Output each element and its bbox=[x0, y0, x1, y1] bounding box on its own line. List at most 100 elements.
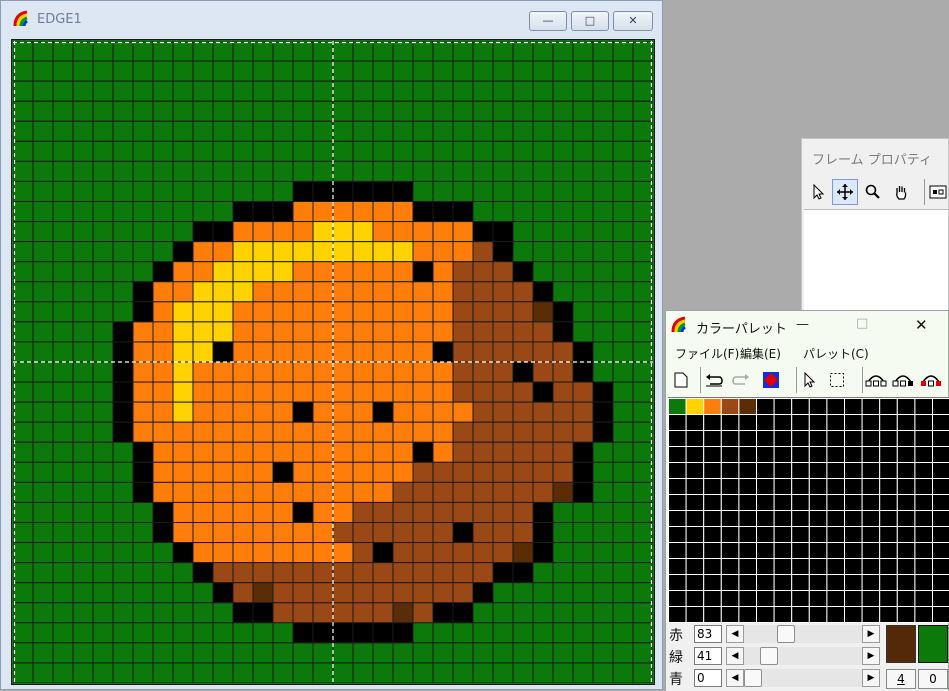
pixel-cell[interactable] bbox=[393, 202, 413, 222]
pixel-cell[interactable] bbox=[593, 523, 613, 543]
pixel-cell[interactable] bbox=[273, 402, 293, 422]
pixel-cell[interactable] bbox=[393, 181, 413, 201]
pixel-cell[interactable] bbox=[313, 563, 333, 583]
pixel-cell[interactable] bbox=[113, 141, 133, 161]
pixel-cell[interactable] bbox=[273, 81, 293, 101]
palette-swatch[interactable] bbox=[739, 527, 757, 543]
pixel-cell[interactable] bbox=[633, 262, 653, 282]
pixel-cell[interactable] bbox=[613, 322, 633, 342]
pixel-cell[interactable] bbox=[613, 282, 633, 302]
palette-swatch[interactable] bbox=[739, 559, 757, 575]
pixel-cell[interactable] bbox=[193, 442, 213, 462]
pixel-cell[interactable] bbox=[213, 623, 233, 643]
pixel-cell[interactable] bbox=[133, 121, 153, 141]
pixel-cell[interactable] bbox=[413, 462, 433, 482]
pixel-cell[interactable] bbox=[453, 603, 473, 623]
pixel-cell[interactable] bbox=[93, 41, 113, 61]
palette-swatch[interactable] bbox=[774, 399, 792, 415]
pixel-cell[interactable] bbox=[573, 322, 593, 342]
palette-swatch[interactable] bbox=[757, 543, 775, 559]
pixel-cell[interactable] bbox=[13, 422, 33, 442]
palette-swatch[interactable] bbox=[897, 607, 915, 623]
pixel-cell[interactable] bbox=[413, 161, 433, 181]
palette-swatch[interactable] bbox=[669, 447, 687, 463]
pixel-cell[interactable] bbox=[353, 462, 373, 482]
pixel-cell[interactable] bbox=[353, 282, 373, 302]
palette-swatch[interactable] bbox=[721, 431, 739, 447]
pixel-cell[interactable] bbox=[393, 282, 413, 302]
palette-swatch[interactable] bbox=[880, 543, 898, 559]
pixel-cell[interactable] bbox=[373, 462, 393, 482]
pixel-cell[interactable] bbox=[53, 61, 73, 81]
pixel-cell[interactable] bbox=[473, 322, 493, 342]
pixel-cell[interactable] bbox=[633, 101, 653, 121]
palette-swatch[interactable] bbox=[915, 479, 933, 495]
pixel-cell[interactable] bbox=[253, 663, 273, 683]
pixel-cell[interactable] bbox=[313, 623, 333, 643]
pixel-cell[interactable] bbox=[113, 482, 133, 502]
pixel-cell[interactable] bbox=[633, 543, 653, 563]
pixel-cell[interactable] bbox=[173, 121, 193, 141]
pixel-grid[interactable] bbox=[13, 41, 653, 683]
pixel-cell[interactable] bbox=[413, 342, 433, 362]
pixel-cell[interactable] bbox=[453, 462, 473, 482]
pixel-cell[interactable] bbox=[173, 342, 193, 362]
pixel-cell[interactable] bbox=[13, 402, 33, 422]
pixel-cell[interactable] bbox=[133, 442, 153, 462]
pixel-cell[interactable] bbox=[293, 302, 313, 322]
pixel-cell[interactable] bbox=[53, 482, 73, 502]
pixel-cell[interactable] bbox=[473, 61, 493, 81]
palette-swatch[interactable] bbox=[827, 559, 845, 575]
pixel-cell[interactable] bbox=[413, 442, 433, 462]
pixel-cell[interactable] bbox=[533, 202, 553, 222]
pixel-cell[interactable] bbox=[633, 81, 653, 101]
palette-swatch[interactable] bbox=[792, 399, 810, 415]
pixel-cell[interactable] bbox=[393, 583, 413, 603]
pixel-cell[interactable] bbox=[573, 282, 593, 302]
pixel-cell[interactable] bbox=[433, 382, 453, 402]
pixel-cell[interactable] bbox=[233, 302, 253, 322]
pixel-cell[interactable] bbox=[93, 222, 113, 242]
pixel-cell[interactable] bbox=[393, 262, 413, 282]
palette-swatch[interactable] bbox=[721, 543, 739, 559]
pixel-cell[interactable] bbox=[153, 121, 173, 141]
pixel-cell[interactable] bbox=[33, 482, 53, 502]
palette-swatch[interactable] bbox=[915, 463, 933, 479]
palette-swatch[interactable] bbox=[933, 543, 949, 559]
pixel-cell[interactable] bbox=[273, 342, 293, 362]
pixel-cell[interactable] bbox=[33, 382, 53, 402]
pixel-cell[interactable] bbox=[213, 322, 233, 342]
pixel-cell[interactable] bbox=[573, 222, 593, 242]
pixel-cell[interactable] bbox=[273, 181, 293, 201]
palette-swatch[interactable] bbox=[792, 607, 810, 623]
pixel-cell[interactable] bbox=[613, 623, 633, 643]
pixel-cell[interactable] bbox=[533, 502, 553, 522]
pixel-cell[interactable] bbox=[33, 342, 53, 362]
pixel-cell[interactable] bbox=[373, 81, 393, 101]
palette-swatch[interactable] bbox=[757, 575, 775, 591]
pixel-cell[interactable] bbox=[333, 242, 353, 262]
pixel-cell[interactable] bbox=[153, 583, 173, 603]
pixel-cell[interactable] bbox=[573, 262, 593, 282]
pixel-cell[interactable] bbox=[233, 101, 253, 121]
palette-swatch[interactable] bbox=[774, 415, 792, 431]
pixel-cell[interactable] bbox=[253, 362, 273, 382]
palette-swatch[interactable] bbox=[827, 591, 845, 607]
pixel-cell[interactable] bbox=[173, 422, 193, 442]
pixel-cell[interactable] bbox=[173, 181, 193, 201]
pixel-cell[interactable] bbox=[373, 643, 393, 663]
pixel-cell[interactable] bbox=[73, 81, 93, 101]
pixel-cell[interactable] bbox=[113, 643, 133, 663]
pixel-cell[interactable] bbox=[313, 382, 333, 402]
pixel-cell[interactable] bbox=[173, 302, 193, 322]
palette-swatch[interactable] bbox=[774, 463, 792, 479]
pixel-cell[interactable] bbox=[113, 402, 133, 422]
palette-swatch[interactable] bbox=[845, 431, 863, 447]
palette-swatch[interactable] bbox=[757, 607, 775, 623]
palette-swatch[interactable] bbox=[880, 431, 898, 447]
pixel-cell[interactable] bbox=[13, 583, 33, 603]
pixel-cell[interactable] bbox=[53, 101, 73, 121]
pixel-cell[interactable] bbox=[533, 603, 553, 623]
pixel-cell[interactable] bbox=[233, 623, 253, 643]
pixel-cell[interactable] bbox=[393, 482, 413, 502]
